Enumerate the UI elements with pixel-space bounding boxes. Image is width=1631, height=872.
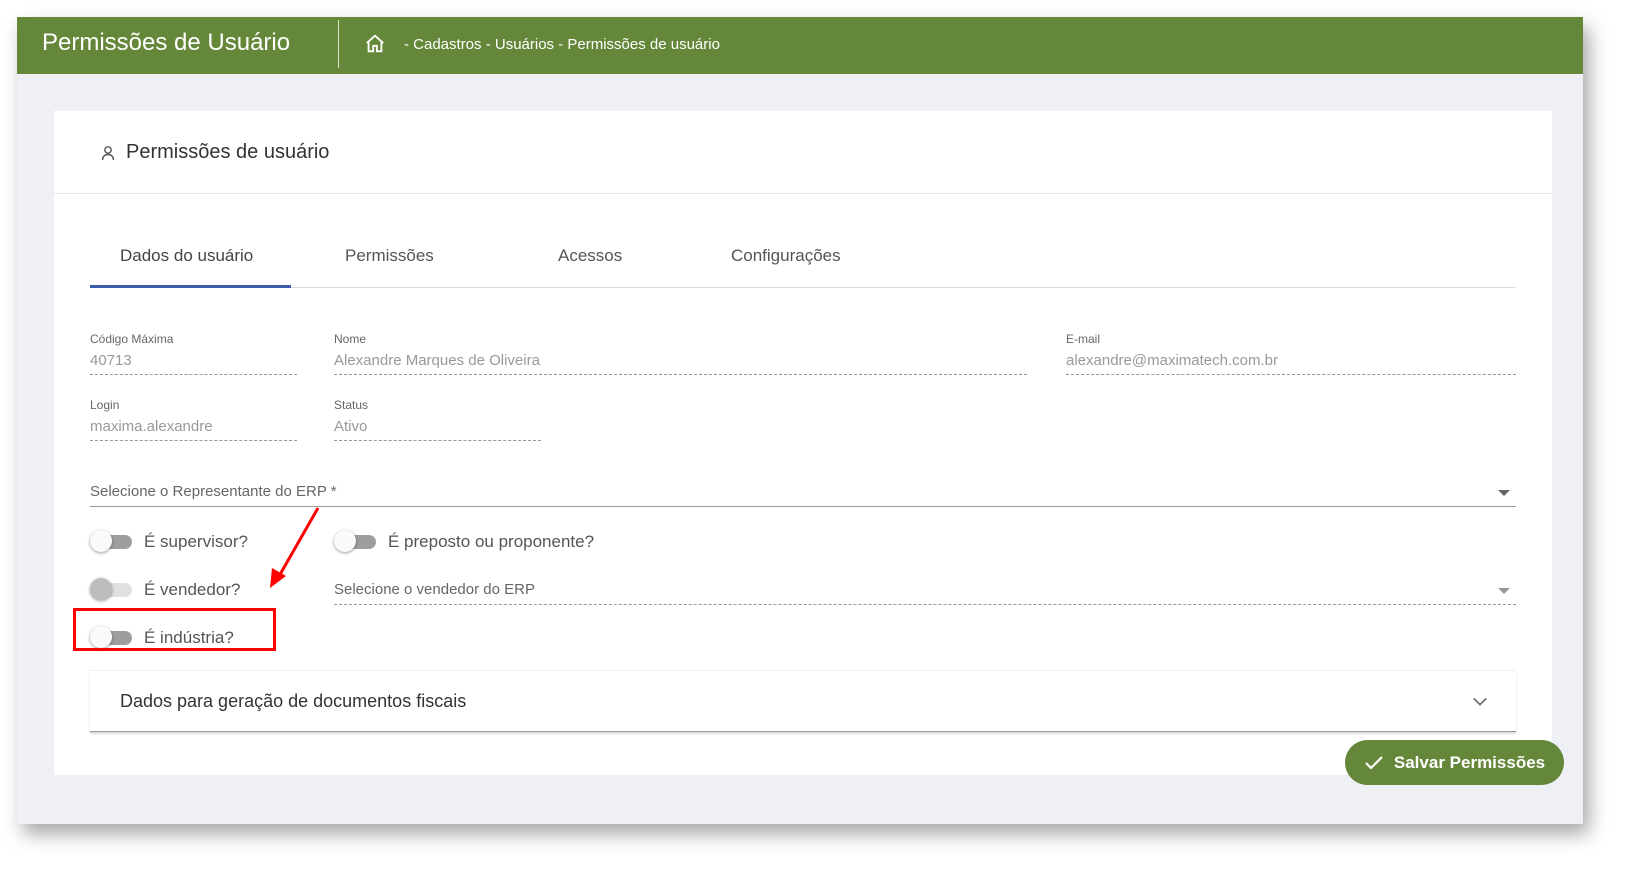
tab-configuracoes[interactable]: Configurações: [731, 246, 841, 288]
status-label: Status: [334, 398, 369, 412]
save-permissions-button[interactable]: Salvar Permissões: [1345, 740, 1564, 785]
top-header: Permissões de Usuário - Cadastros - Usuá…: [17, 17, 1583, 74]
preposto-label: É preposto ou proponente?: [388, 532, 595, 551]
representante-placeholder: Selecione o Representante do ERP *: [90, 483, 337, 500]
email-label: E-mail: [1066, 332, 1101, 346]
divider: [54, 193, 1552, 194]
nome-field[interactable]: Nome Alexandre Marques de Oliveira: [334, 332, 1027, 375]
status-value[interactable]: Ativo: [334, 418, 541, 441]
email-field[interactable]: E-mail alexandre@maximatech.com.br: [1066, 332, 1516, 375]
panel-title: Dados para geração de documentos fiscais: [120, 691, 467, 711]
preposto-toggle[interactable]: É preposto ou proponente?: [334, 530, 595, 552]
tab-permissoes[interactable]: Permissões: [345, 246, 434, 288]
nome-label: Nome: [334, 332, 367, 346]
vendedor-label: É vendedor?: [144, 580, 241, 599]
chevron-down-icon[interactable]: [1473, 692, 1487, 706]
status-field[interactable]: Status Ativo: [334, 398, 541, 441]
annotation-arrow-icon: [270, 507, 320, 588]
annotation-highlight-box: [73, 608, 276, 651]
login-field[interactable]: Login maxima.alexandre: [90, 398, 297, 441]
supervisor-toggle[interactable]: É supervisor?: [90, 530, 248, 552]
supervisor-label: É supervisor?: [144, 532, 248, 551]
app-window: Permissões de Usuário - Cadastros - Usuá…: [17, 17, 1583, 824]
nome-value[interactable]: Alexandre Marques de Oliveira: [334, 352, 1027, 375]
email-value[interactable]: alexandre@maximatech.com.br: [1066, 352, 1516, 375]
login-value[interactable]: maxima.alexandre: [90, 418, 297, 441]
codigo-field[interactable]: Código Máxima 40713: [90, 332, 297, 375]
fiscal-data-panel[interactable]: Dados para geração de documentos fiscais: [90, 670, 1516, 732]
vendedor-select[interactable]: Selecione o vendedor do ERP: [334, 581, 1516, 605]
codigo-label: Código Máxima: [90, 332, 174, 346]
user-icon: [101, 145, 115, 160]
dropdown-arrow-icon: [1498, 490, 1510, 496]
tab-acessos[interactable]: Acessos: [558, 246, 622, 288]
header-divider: [338, 20, 339, 68]
home-icon[interactable]: [364, 33, 386, 55]
tab-bar: Dados do usuário Permissões Acessos Conf…: [90, 246, 1516, 288]
permissions-card: Permissões de usuário Dados do usuário P…: [54, 111, 1552, 775]
toggle-switch[interactable]: [90, 530, 134, 552]
card-title-text: Permissões de usuário: [126, 141, 330, 163]
toggle-switch[interactable]: [334, 530, 378, 552]
page-title: Permissões de Usuário: [42, 29, 291, 56]
breadcrumb: - Cadastros - Usuários - Permissões de u…: [404, 36, 720, 53]
check-icon: [1365, 755, 1383, 770]
card-title: Permissões de usuário: [100, 141, 329, 164]
vendedor-toggle[interactable]: É vendedor?: [90, 578, 241, 600]
vendedor-placeholder: Selecione o vendedor do ERP: [334, 581, 535, 598]
codigo-value[interactable]: 40713: [90, 352, 297, 375]
save-button-label: Salvar Permissões: [1393, 752, 1546, 772]
login-label: Login: [90, 398, 120, 412]
dropdown-arrow-icon: [1498, 588, 1510, 594]
toggle-switch[interactable]: [90, 578, 134, 600]
tab-dados-usuario[interactable]: Dados do usuário: [90, 246, 291, 288]
